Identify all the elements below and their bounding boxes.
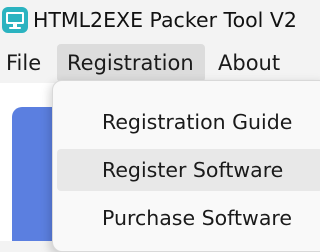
menu-item-register-software[interactable]: Register Software bbox=[57, 149, 320, 191]
app-window: HTML2EXE Packer Tool V2 File Registratio… bbox=[0, 0, 320, 252]
monitor-app-icon bbox=[1, 6, 29, 34]
title-bar: HTML2EXE Packer Tool V2 bbox=[0, 0, 315, 42]
menu-item-registration-guide[interactable]: Registration Guide bbox=[57, 101, 320, 143]
registration-dropdown-menu: Registration Guide Register Software Pur… bbox=[52, 80, 320, 252]
menu-item-purchase-software[interactable]: Purchase Software bbox=[57, 197, 320, 239]
menu-registration[interactable]: Registration bbox=[57, 44, 205, 82]
menu-bar: File Registration About bbox=[0, 42, 315, 83]
menu-file[interactable]: File bbox=[0, 44, 52, 82]
window-title: HTML2EXE Packer Tool V2 bbox=[33, 8, 297, 32]
menu-about[interactable]: About bbox=[208, 44, 298, 82]
